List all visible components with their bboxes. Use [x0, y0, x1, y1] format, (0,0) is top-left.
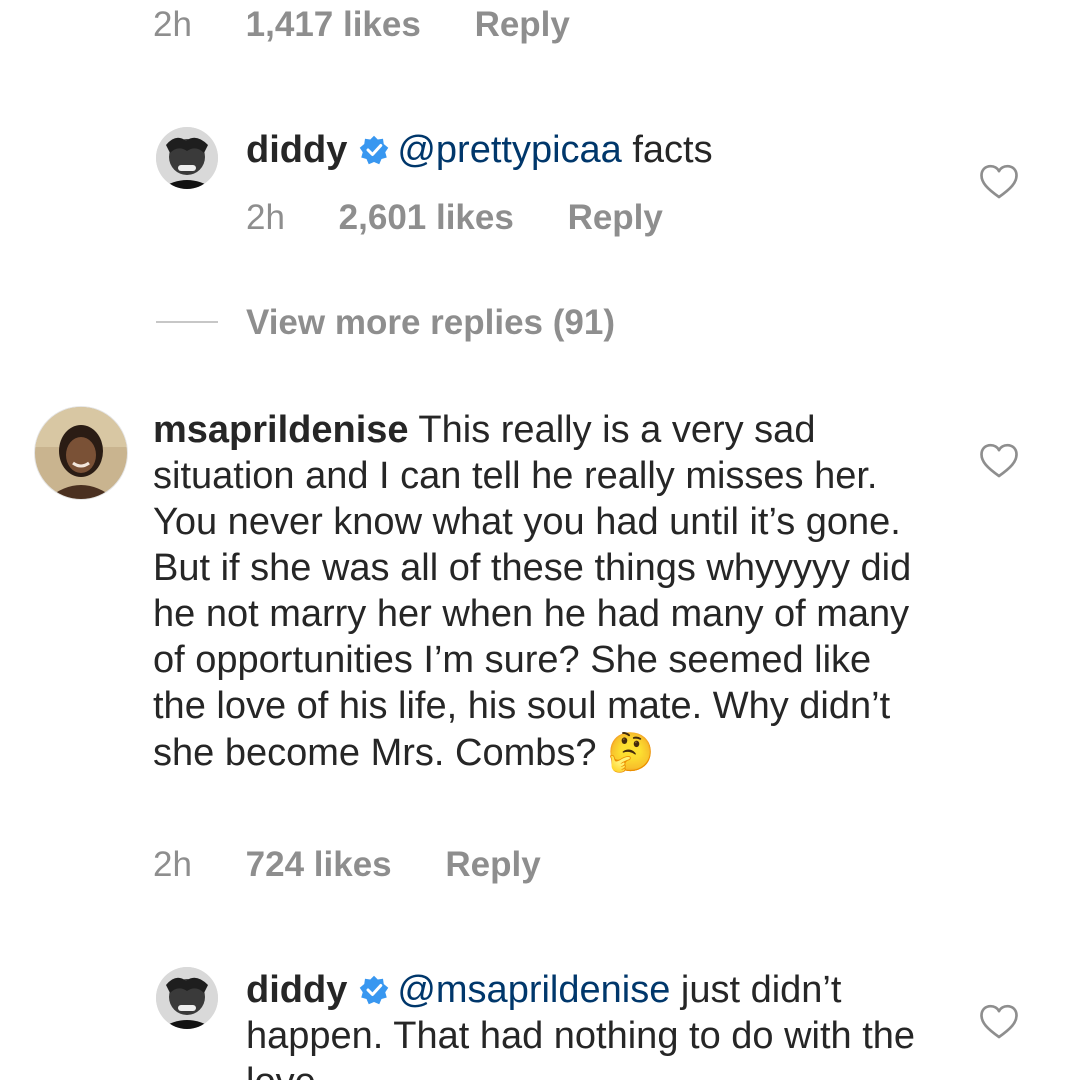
comment-text: msaprildenise This really is a very sad …	[153, 407, 923, 776]
reply-button[interactable]: Reply	[475, 5, 570, 44]
heart-icon[interactable]	[979, 442, 1019, 480]
top-comment-meta: 2h 1,417 likes Reply	[153, 5, 570, 45]
avatar[interactable]	[34, 406, 128, 500]
mention-link[interactable]: @prettypicaa	[397, 129, 621, 171]
mention-link[interactable]: @msaprildenise	[397, 969, 670, 1011]
avatar[interactable]	[156, 967, 218, 1029]
comment-username[interactable]: diddy	[246, 969, 347, 1011]
comment-body: facts	[621, 129, 713, 171]
verified-badge-icon	[360, 975, 389, 1005]
avatar-image	[35, 407, 127, 499]
reply-text: diddy @prettypicaa facts	[246, 127, 966, 173]
avatar-image	[156, 127, 218, 189]
reply-meta: 2h 2,601 likes Reply	[246, 198, 663, 238]
comment-username[interactable]: msaprildenise	[153, 409, 409, 451]
comment-time: 2h	[153, 5, 192, 44]
reply-button[interactable]: Reply	[568, 198, 663, 237]
heart-icon[interactable]	[979, 1003, 1019, 1041]
thinking-face-emoji: 🤔	[607, 730, 655, 774]
comment-username[interactable]: diddy	[246, 129, 347, 171]
comment-likes[interactable]: 2,601 likes	[339, 198, 514, 237]
verified-badge-icon	[360, 135, 389, 165]
view-more-replies-button[interactable]: View more replies (91)	[246, 303, 615, 343]
comment-likes[interactable]: 1,417 likes	[246, 5, 421, 44]
comment-body: This really is a very sad situation and …	[153, 409, 912, 774]
reply-button[interactable]: Reply	[445, 845, 540, 884]
avatar[interactable]	[156, 127, 218, 189]
comment-likes[interactable]: 724 likes	[246, 845, 392, 884]
reply-text: diddy @msaprildenise just didn’t happen.…	[246, 967, 946, 1080]
view-more-divider	[156, 321, 218, 323]
heart-icon[interactable]	[979, 163, 1019, 201]
avatar-image	[156, 967, 218, 1029]
comment-time: 2h	[246, 198, 285, 237]
comment-meta: 2h 724 likes Reply	[153, 845, 541, 885]
comment-time: 2h	[153, 845, 192, 884]
